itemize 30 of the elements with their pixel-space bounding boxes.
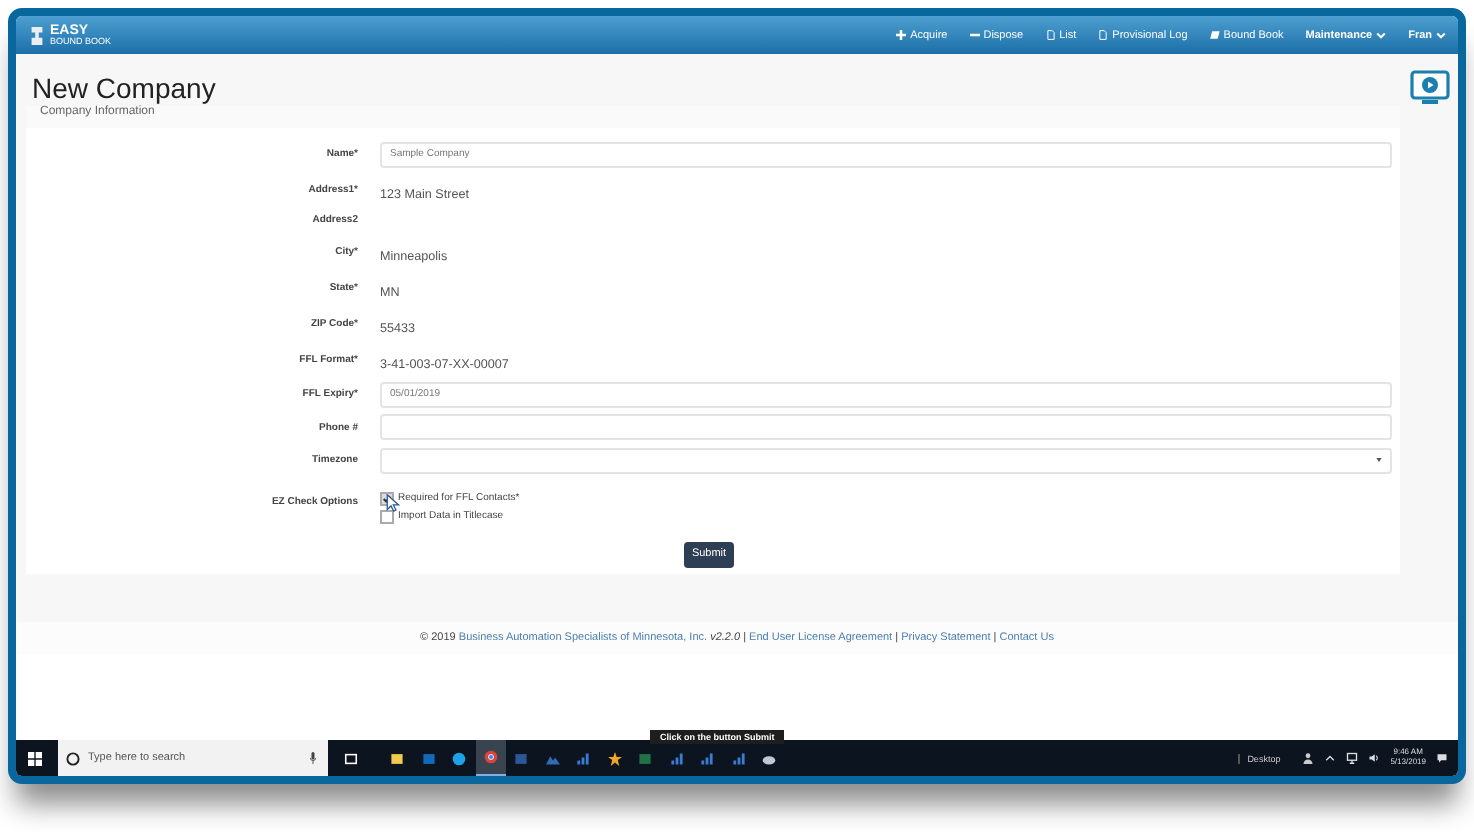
- star-icon: [607, 751, 622, 765]
- book-icon: [1209, 30, 1220, 40]
- bar-chart-icon: [700, 751, 715, 765]
- document-icon: [1098, 30, 1109, 40]
- speaker-icon[interactable]: [1368, 752, 1381, 764]
- task-view-icon[interactable]: [344, 751, 358, 765]
- network-icon[interactable]: [1346, 752, 1359, 764]
- mouse-cursor-icon: [386, 493, 400, 512]
- video-tutorial-icon[interactable]: [1410, 70, 1450, 106]
- bar-chart-icon: [731, 751, 746, 765]
- input-field[interactable]: [380, 414, 1392, 441]
- plus-icon: [896, 30, 907, 40]
- select-field[interactable]: [380, 447, 1392, 474]
- document-icon: [1045, 30, 1056, 40]
- chevron-icon: [1376, 31, 1387, 39]
- mountain-icon: [545, 751, 560, 765]
- cortana-icon: [66, 751, 80, 765]
- dropdown-arrow-icon: [1376, 458, 1382, 463]
- notification-icon[interactable]: [1436, 752, 1448, 764]
- person-icon[interactable]: [1302, 752, 1315, 764]
- start-icon[interactable]: [28, 751, 42, 765]
- microphone-icon: [310, 752, 316, 764]
- page-title: New Company: [32, 70, 216, 105]
- taskbar-app[interactable]: [475, 740, 506, 776]
- bar-chart-icon: [669, 751, 684, 765]
- bar-chart-icon: [576, 751, 591, 765]
- logo-icon: [28, 23, 46, 47]
- chevron-icon: [1436, 31, 1446, 39]
- checkbox[interactable]: [380, 509, 394, 524]
- caret-up-icon[interactable]: [1324, 752, 1337, 764]
